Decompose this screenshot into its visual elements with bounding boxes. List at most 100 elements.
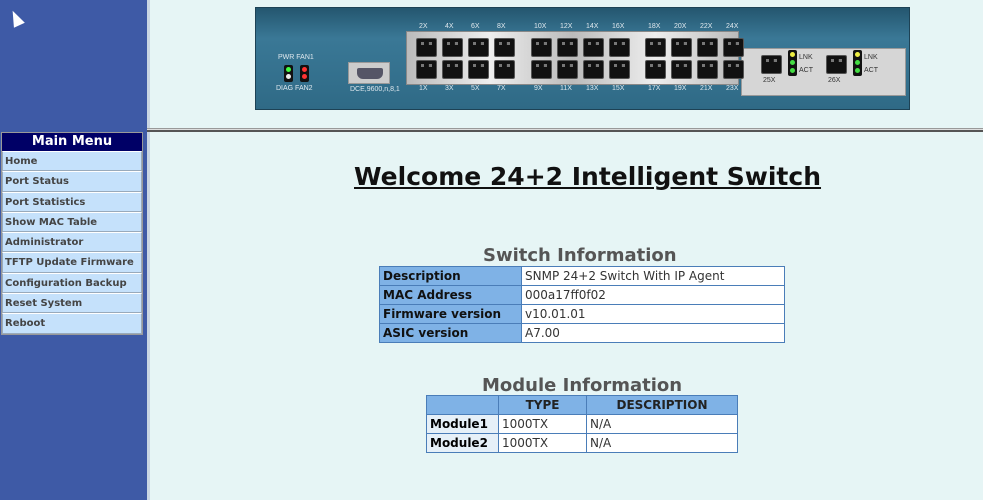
port-8X-icon[interactable] bbox=[494, 38, 515, 57]
port-13X-icon[interactable] bbox=[583, 60, 604, 79]
module-description: N/A bbox=[586, 433, 738, 453]
info-value: 000a17ff0f02 bbox=[521, 285, 785, 305]
info-value: v10.01.01 bbox=[521, 304, 785, 324]
module-description: N/A bbox=[586, 414, 738, 434]
port-label: 14X bbox=[586, 23, 599, 30]
port-26X-icon[interactable] bbox=[826, 55, 847, 74]
table-row: Module1 1000TX N/A bbox=[426, 414, 738, 434]
frame-divider-horizontal bbox=[147, 128, 983, 132]
fan-led-icon bbox=[300, 65, 309, 82]
port-label: 15X bbox=[612, 85, 625, 92]
port-9X-icon[interactable] bbox=[531, 60, 552, 79]
menu-item-tftp-update-firmware[interactable]: TFTP Update Firmware bbox=[2, 252, 142, 273]
port-20X-icon[interactable] bbox=[671, 38, 692, 57]
led-bottom-label: DIAG FAN2 bbox=[276, 85, 313, 92]
port-4X-icon[interactable] bbox=[442, 38, 463, 57]
led-top-label: PWR FAN1 bbox=[278, 54, 314, 61]
console-port-icon bbox=[348, 62, 390, 84]
port-label: 16X bbox=[612, 23, 625, 30]
pwr-led-icon bbox=[284, 65, 293, 82]
col-header-description: DESCRIPTION bbox=[586, 395, 738, 415]
port-7X-icon[interactable] bbox=[494, 60, 515, 79]
info-key: ASIC version bbox=[379, 323, 522, 343]
port-6X-icon[interactable] bbox=[468, 38, 489, 57]
main-menu: Main Menu Home Port Status Port Statistics… bbox=[1, 132, 143, 335]
port-label: 1X bbox=[419, 85, 428, 92]
port-label: 21X bbox=[700, 85, 713, 92]
frame-divider bbox=[147, 0, 150, 500]
switch-info-title: Switch Information bbox=[483, 245, 677, 266]
port-label: 7X bbox=[497, 85, 506, 92]
menu-item-configuration-backup[interactable]: Configuration Backup bbox=[2, 272, 142, 294]
console-label: DCE,9600,n,8,1 bbox=[350, 86, 400, 93]
port-label: 11X bbox=[560, 85, 572, 92]
port-12X-icon[interactable] bbox=[557, 38, 578, 57]
menu-item-reset-system[interactable]: Reset System bbox=[2, 293, 142, 314]
lnk-label: LNK bbox=[864, 54, 878, 61]
menu-item-show-mac-table[interactable]: Show MAC Table bbox=[2, 211, 142, 233]
port-21X-icon[interactable] bbox=[697, 60, 718, 79]
act-label: ACT bbox=[799, 67, 813, 74]
port-label: 6X bbox=[471, 23, 480, 30]
port-label: 12X bbox=[560, 23, 573, 30]
module-type: 1000TX bbox=[498, 433, 587, 453]
port-label: 8X bbox=[497, 23, 506, 30]
module-name: Module2 bbox=[426, 433, 499, 453]
port-17X-icon[interactable] bbox=[645, 60, 666, 79]
port-15X-icon[interactable] bbox=[609, 60, 630, 79]
port-label: 4X bbox=[445, 23, 454, 30]
menu-item-port-statistics[interactable]: Port Statistics bbox=[2, 191, 142, 212]
module-type: 1000TX bbox=[498, 414, 587, 434]
info-key: MAC Address bbox=[379, 285, 522, 305]
port-label: 17X bbox=[648, 85, 661, 92]
port-22X-icon[interactable] bbox=[697, 38, 718, 57]
table-row: Module2 1000TX N/A bbox=[426, 433, 738, 453]
main-menu-title: Main Menu bbox=[2, 133, 142, 151]
act-label: ACT bbox=[864, 67, 878, 74]
menu-item-administrator[interactable]: Administrator bbox=[2, 232, 142, 253]
port-25X-icon[interactable] bbox=[761, 55, 782, 74]
lnk-act-led-icon bbox=[853, 50, 862, 76]
table-row: MAC Address 000a17ff0f02 bbox=[379, 285, 785, 305]
port-18X-icon[interactable] bbox=[645, 38, 666, 57]
module-name: Module1 bbox=[426, 414, 499, 434]
module-info-title: Module Information bbox=[482, 375, 683, 396]
port-10X-icon[interactable] bbox=[531, 38, 552, 57]
port-label: 26X bbox=[828, 77, 841, 84]
port-label: 2X bbox=[419, 23, 428, 30]
port-label: 13X bbox=[586, 85, 599, 92]
port-label: 10X bbox=[534, 23, 547, 30]
info-key: Firmware version bbox=[379, 304, 522, 324]
port-16X-icon[interactable] bbox=[609, 38, 630, 57]
page-title: Welcome 24+2 Intelligent Switch bbox=[354, 162, 822, 191]
menu-item-home[interactable]: Home bbox=[2, 151, 142, 172]
port-23X-icon[interactable] bbox=[723, 60, 744, 79]
port-19X-icon[interactable] bbox=[671, 60, 692, 79]
table-row: Firmware version v10.01.01 bbox=[379, 304, 785, 324]
port-14X-icon[interactable] bbox=[583, 38, 604, 57]
port-5X-icon[interactable] bbox=[468, 60, 489, 79]
port-3X-icon[interactable] bbox=[442, 60, 463, 79]
port-label: 24X bbox=[726, 23, 739, 30]
port-label: 3X bbox=[445, 85, 454, 92]
info-value: A7.00 bbox=[521, 323, 785, 343]
port-label: 22X bbox=[700, 23, 713, 30]
menu-item-reboot[interactable]: Reboot bbox=[2, 313, 142, 334]
port-label: 20X bbox=[674, 23, 687, 30]
port-24X-icon[interactable] bbox=[723, 38, 744, 57]
table-row: ASIC version A7.00 bbox=[379, 323, 785, 343]
lnk-act-led-icon bbox=[788, 50, 797, 76]
port-label: 5X bbox=[471, 85, 480, 92]
port-label: 25X bbox=[763, 77, 776, 84]
port-label: 19X bbox=[674, 85, 687, 92]
port-label: 23X bbox=[726, 85, 739, 92]
switch-front-panel: PWR FAN1 DIAG FAN2 DCE,9600,n,8,1 2X 1X 4X… bbox=[255, 7, 910, 110]
port-label: 18X bbox=[648, 23, 661, 30]
port-11X-icon[interactable] bbox=[557, 60, 578, 79]
info-value: SNMP 24+2 Switch With IP Agent bbox=[521, 266, 785, 286]
port-1X-icon[interactable] bbox=[416, 60, 437, 79]
port-2X-icon[interactable] bbox=[416, 38, 437, 57]
switch-info-table: Description SNMP 24+2 Switch With IP Agen… bbox=[379, 266, 785, 343]
menu-item-port-status[interactable]: Port Status bbox=[2, 171, 142, 192]
col-header-type: TYPE bbox=[498, 395, 587, 415]
